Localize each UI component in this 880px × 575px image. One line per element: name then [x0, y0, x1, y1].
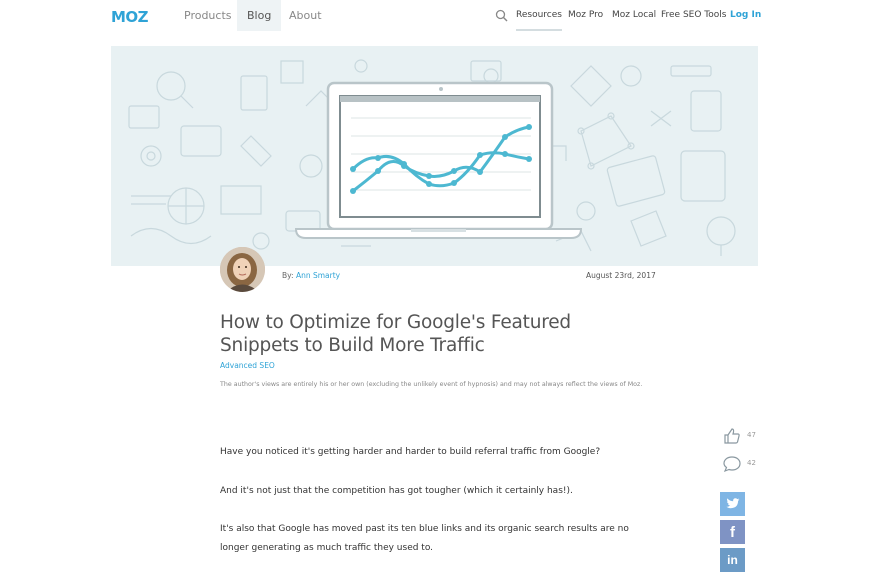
- twitter-icon: [725, 498, 739, 509]
- title-line-2: Snippets to Build More Traffic: [220, 335, 485, 356]
- thumbs-up-icon[interactable]: [723, 427, 741, 445]
- byline: By: Ann Smarty: [282, 271, 340, 280]
- nav-moz-local[interactable]: Moz Local: [612, 0, 656, 31]
- publish-date: August 23rd, 2017: [586, 271, 656, 280]
- paragraph: Have you noticed it's getting harder and…: [220, 447, 601, 457]
- nav-moz-pro[interactable]: Moz Pro: [568, 0, 603, 31]
- article-title: How to Optimize for Google's Featured Sn…: [220, 311, 640, 357]
- category-link[interactable]: Advanced SEO: [220, 361, 275, 370]
- paragraph: It's also that Google has moved past its…: [220, 524, 629, 553]
- share-linkedin-button[interactable]: in: [720, 548, 745, 572]
- nav-free-seo-tools[interactable]: Free SEO Tools: [661, 0, 726, 31]
- comment-icon[interactable]: [723, 455, 741, 473]
- nav-about[interactable]: About: [289, 0, 322, 31]
- facebook-icon: f: [730, 523, 735, 541]
- title-line-1: How to Optimize for Google's Featured: [220, 312, 571, 333]
- byline-prefix: By:: [282, 271, 294, 280]
- nav-blog[interactable]: Blog: [237, 0, 282, 31]
- author-disclaimer: The author's views are entirely his or h…: [220, 381, 643, 388]
- share-twitter-button[interactable]: [720, 492, 745, 516]
- hero-illustration: [111, 46, 758, 266]
- linkedin-icon: in: [727, 553, 738, 567]
- author-link[interactable]: Ann Smarty: [296, 271, 340, 280]
- comment-count: 42: [747, 459, 756, 467]
- nav-resources[interactable]: Resources: [516, 0, 562, 31]
- login-link[interactable]: Log In: [730, 0, 761, 31]
- laptop-graphic: [294, 81, 583, 239]
- nav-products[interactable]: Products: [184, 0, 232, 31]
- top-nav: MOZ Products Blog About Resources Moz Pr…: [0, 0, 880, 31]
- like-count: 47: [747, 431, 756, 439]
- share-facebook-button[interactable]: f: [720, 520, 745, 544]
- paragraph: And it's not just that the competition h…: [220, 486, 573, 496]
- moz-logo[interactable]: MOZ: [111, 8, 149, 26]
- author-avatar[interactable]: [220, 247, 265, 292]
- search-icon[interactable]: [495, 9, 508, 22]
